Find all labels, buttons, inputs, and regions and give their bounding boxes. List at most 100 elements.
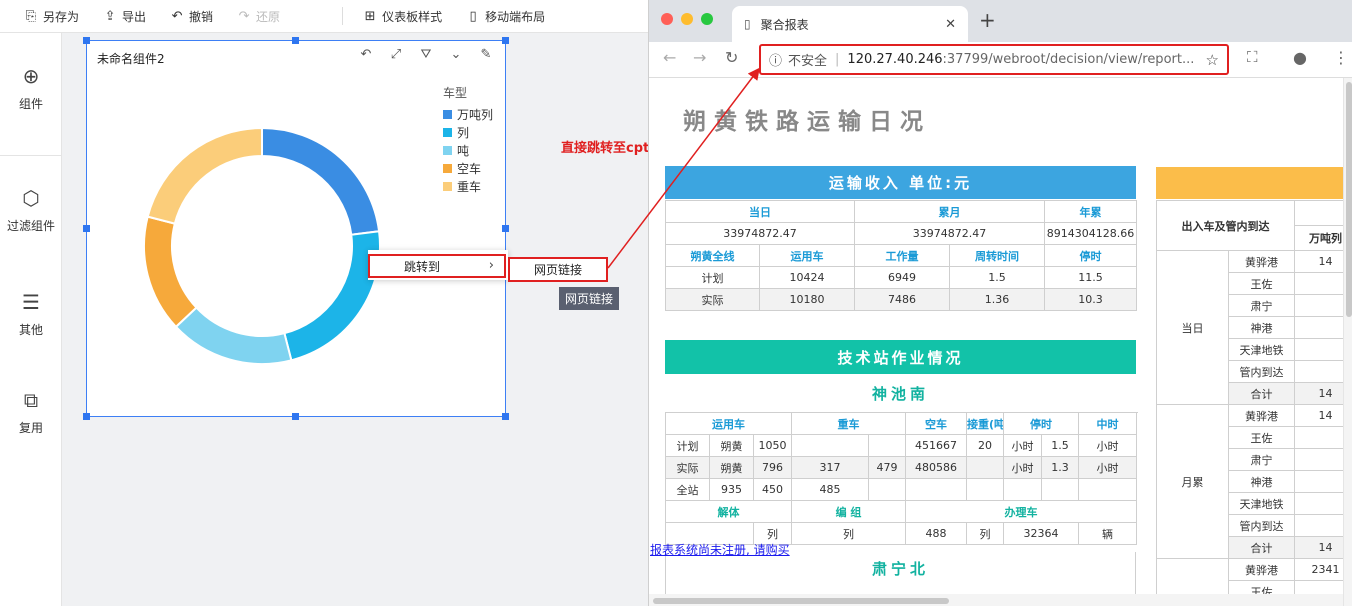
income-sub-head: 朔黄全线: [665, 244, 760, 267]
forward-icon[interactable]: →: [693, 48, 706, 67]
sidebar-item-3[interactable]: ⧉ 复用: [0, 387, 62, 436]
menu-dots-icon[interactable]: ⋮: [1333, 48, 1349, 67]
table-cell: 神港: [1228, 470, 1295, 493]
unregistered-link[interactable]: 报表系统尚未注册, 请购买: [650, 541, 790, 558]
income-col-head: 累月: [854, 200, 1045, 223]
table-cell: 小时: [1003, 434, 1043, 457]
toolbar-save-as-button[interactable]: ⎘ 另存为: [0, 8, 91, 25]
table-row: 月累 黄骅港 14: [1156, 404, 1343, 559]
donut-slice-0[interactable]: [261, 126, 381, 236]
toolbar-dashboard-style-button[interactable]: ⊞ 仪表板样式: [351, 8, 454, 25]
main-toolbar: ⎘ 另存为 ⇪ 导出 ↶ 撤销 ↷ 还原 ⊞ 仪表板样式 ▯ 移动端布局: [0, 0, 648, 33]
copy-layers-icon: ⧉: [23, 388, 39, 412]
table-row: 实际 朔黄 796 317 479 480586 小时 1.3 小时: [665, 456, 1138, 479]
edit-icon[interactable]: ✎: [477, 47, 495, 62]
toolbar-redo-button[interactable]: ↷ 还原: [225, 8, 292, 25]
minimize-window-dot[interactable]: [681, 13, 693, 25]
table-cell: 黄骅港: [1228, 558, 1295, 581]
widget-title: 未命名组件2: [97, 52, 165, 66]
mobile-layout-icon: ▯: [469, 8, 477, 24]
toolbar-export-button[interactable]: ⇪ 导出: [91, 8, 158, 25]
table-cell: 肃宁: [1228, 294, 1295, 317]
legend-title: 车型: [443, 86, 468, 100]
table-cell: 朔黄: [709, 434, 754, 457]
table-cell: [1294, 360, 1343, 383]
table-cell: [868, 478, 907, 501]
filter-icon[interactable]: ⛛: [417, 47, 435, 62]
sidebar-item-label: 组件: [18, 97, 43, 111]
zoom-window-dot[interactable]: [701, 13, 713, 25]
jump-to-menu-item[interactable]: 跳转到 ›: [368, 254, 506, 278]
cube-icon: ⬡: [22, 186, 40, 210]
profile-icon[interactable]: ●: [1293, 48, 1307, 67]
resize-handle-tl[interactable]: [83, 37, 90, 44]
legend-swatch: [443, 163, 452, 173]
station-header: 技术站作业情况: [665, 340, 1136, 374]
reload-icon[interactable]: ↻: [725, 48, 738, 67]
income-sub-head: 周转时间: [949, 244, 1045, 267]
legend-item[interactable]: 吨: [443, 141, 493, 159]
donut-slice-4[interactable]: [146, 126, 263, 225]
legend-item[interactable]: 万吨列: [443, 105, 493, 123]
toolbar-label: 移动端布局: [485, 9, 546, 24]
horizontal-scroll-thumb[interactable]: [653, 598, 949, 604]
income-value: 8914304128.66: [1044, 222, 1137, 245]
sidebar-item-2[interactable]: ☰ 其他: [0, 289, 62, 338]
table-cell: 黄骅港: [1228, 404, 1295, 427]
horizontal-scrollbar[interactable]: [649, 594, 1343, 606]
resize-handle-bl[interactable]: [83, 413, 90, 420]
table-cell: 计划: [665, 266, 760, 289]
table-cell: 实际: [665, 456, 710, 479]
address-bar[interactable]: ⓘ 不安全 | 120.27.40.246:37799/webroot/deci…: [759, 44, 1229, 75]
toolbar-mobile-layout-button[interactable]: ▯ 移动端布局: [454, 8, 557, 25]
sidebar-item-label: 复用: [18, 421, 43, 435]
back-icon[interactable]: ←: [663, 48, 676, 67]
undo-icon[interactable]: ↶: [357, 47, 375, 62]
browser-tab[interactable]: ▯ 聚合报表 ✕: [732, 6, 968, 42]
vertical-scroll-thumb[interactable]: [1346, 82, 1352, 317]
station-table: 运用车重车空车接重(吨)停时中时计划朔黄105045166720小时1.5小时实…: [664, 412, 1138, 545]
table-cell: [905, 478, 968, 501]
resize-handle-t[interactable]: [292, 37, 299, 44]
security-label: 不安全: [788, 54, 828, 69]
donut-chart[interactable]: [127, 111, 397, 381]
table-row: 全站 935 450 485: [665, 478, 1138, 501]
cast-icon[interactable]: ⛶: [1247, 48, 1258, 66]
new-tab-icon[interactable]: +: [979, 8, 996, 32]
web-link-submenu-item[interactable]: 网页链接: [508, 257, 608, 282]
table-cell: 列: [966, 522, 1005, 545]
left-sidebar: ⊕ 组件 ⬡ 过滤组件 ☰ 其他 ⧉ 复用: [0, 33, 62, 606]
donut-slice-2[interactable]: [174, 306, 293, 365]
donut-slice-3[interactable]: [143, 215, 198, 329]
close-window-dot[interactable]: [661, 13, 673, 25]
chart-legend: 车型 万吨列列吨空车 重车: [443, 84, 493, 195]
sidebar-item-0[interactable]: ⊕ 组件: [0, 63, 62, 112]
report-page: 朔黄铁路运输日况 运输收入 单位:元 当日 累月 年累 33974872.47 3397…: [649, 78, 1343, 606]
income-col-head: 当日: [665, 200, 855, 223]
legend-item[interactable]: 空车: [443, 159, 493, 177]
resize-handle-b[interactable]: [292, 413, 299, 420]
sidebar-item-1[interactable]: ⬡ 过滤组件: [0, 185, 62, 234]
chart-widget[interactable]: 未命名组件2 ↶ ⤢ ⛛ ⌄ ✎ 车型 万吨列列吨空车 重车: [83, 37, 509, 420]
resize-handle-r[interactable]: [502, 225, 509, 232]
expand-icon[interactable]: ⤢: [387, 47, 405, 62]
dropdown-icon[interactable]: ⌄: [447, 47, 465, 62]
info-icon[interactable]: ⓘ: [769, 50, 782, 69]
table-cell: 神港: [1228, 316, 1295, 339]
resize-handle-l[interactable]: [83, 225, 90, 232]
table-cell: [1294, 294, 1343, 317]
vertical-scrollbar[interactable]: [1343, 78, 1352, 606]
table-cell: [868, 434, 907, 457]
table-cell: [1294, 448, 1343, 471]
close-tab-icon[interactable]: ✕: [945, 17, 956, 32]
resize-handle-br[interactable]: [502, 413, 509, 420]
table-cell: 辆: [1078, 522, 1138, 545]
station-sub-head: 编 组: [791, 500, 907, 523]
legend-item[interactable]: 重车: [443, 177, 493, 195]
resize-handle-tr[interactable]: [502, 37, 509, 44]
table-cell: 7486: [854, 288, 950, 311]
toolbar-undo-button[interactable]: ↶ 撤销: [158, 8, 225, 25]
bookmark-star-icon[interactable]: ☆: [1206, 51, 1219, 69]
legend-item[interactable]: 列: [443, 123, 493, 141]
donut-slice-1[interactable]: [283, 230, 381, 362]
